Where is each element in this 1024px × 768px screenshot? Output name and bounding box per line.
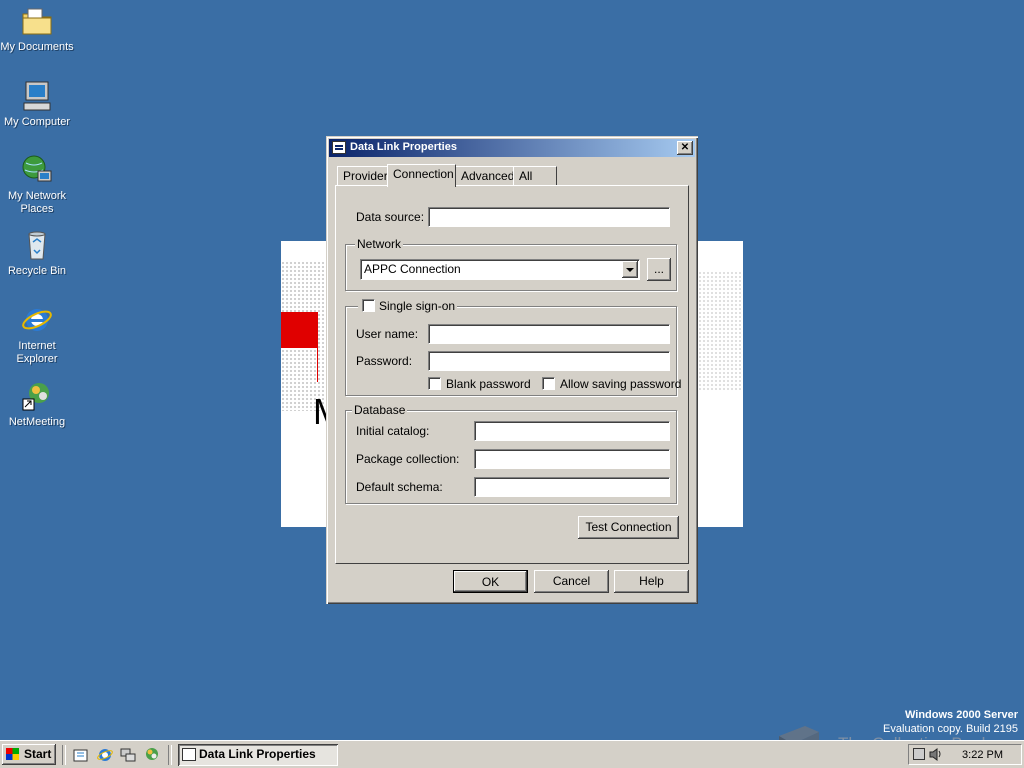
desktop-icon-recycle-bin[interactable]: Recycle Bin — [0, 228, 74, 278]
tray-network-icon[interactable] — [913, 748, 925, 760]
system-tray: 3:22 PM — [908, 744, 1022, 765]
data-source-input[interactable] — [428, 207, 670, 227]
desktop-icon-my-computer[interactable]: My Computer — [0, 79, 74, 129]
volume-icon[interactable] — [929, 748, 943, 764]
blank-password-label: Blank password — [446, 377, 531, 391]
netmeeting-icon — [20, 379, 54, 413]
initial-catalog-label: Initial catalog: — [356, 424, 430, 438]
desktop-icon-label: My Computer — [3, 116, 71, 128]
allow-saving-password-label: Allow saving password — [560, 377, 682, 391]
desktop-icon-internet-explorer[interactable]: Internet Explorer — [0, 303, 74, 366]
windows-version-watermark: Windows 2000 Server — [904, 709, 1018, 721]
default-schema-input[interactable] — [474, 477, 670, 497]
desktop-icon-label: My Network — [7, 190, 67, 202]
single-signon-checkbox[interactable] — [362, 299, 375, 312]
clock[interactable]: 3:22 PM — [962, 749, 1003, 761]
desktop-icon-my-documents[interactable]: My Documents — [0, 4, 74, 54]
desktop-icon-label: Internet — [18, 340, 56, 352]
computer-icon — [20, 79, 54, 113]
desktop-icon-label: NetMeeting — [8, 416, 66, 428]
cancel-button[interactable]: Cancel — [534, 570, 609, 593]
netmeeting-icon[interactable] — [143, 747, 159, 763]
taskbar-item-label: Data Link Properties — [199, 747, 316, 761]
tab-connection[interactable]: Connection — [387, 164, 456, 187]
test-connection-button[interactable]: Test Connection — [578, 516, 679, 539]
taskbar: Start Data Link Properties 3:22 PM — [0, 740, 1024, 768]
taskbar-item-data-link-properties[interactable]: Data Link Properties — [178, 744, 338, 766]
show-desktop-icon[interactable] — [73, 747, 89, 763]
tab-provider[interactable]: Provider — [337, 166, 388, 185]
start-label: Start — [24, 747, 52, 761]
close-button[interactable]: ✕ — [677, 141, 693, 155]
package-collection-input[interactable] — [474, 449, 670, 469]
folder-icon — [20, 4, 54, 38]
recycle-bin-icon — [20, 228, 54, 262]
tab-advanced[interactable]: Advanced — [455, 166, 514, 185]
user-name-label: User name: — [356, 327, 419, 341]
default-schema-label: Default schema: — [356, 480, 443, 494]
initial-catalog-input[interactable] — [474, 421, 670, 441]
ie-icon — [20, 303, 54, 337]
single-signon-label: Single sign-on — [379, 299, 456, 313]
desktop-icon-label: Explorer — [16, 353, 58, 365]
dot-pattern — [698, 271, 743, 391]
help-button[interactable]: Help — [614, 570, 689, 593]
windows-logo-icon — [6, 748, 19, 760]
ok-button[interactable]: OK — [453, 570, 528, 593]
start-button[interactable]: Start — [2, 744, 56, 765]
blank-password-checkbox[interactable] — [428, 377, 441, 390]
desktop-icon-label: Places — [20, 203, 54, 215]
red-line — [317, 312, 318, 382]
user-name-input[interactable] — [428, 324, 670, 344]
package-collection-label: Package collection: — [356, 452, 460, 466]
desktop-icon-my-network-places[interactable]: My Network Places — [0, 153, 74, 216]
allow-saving-password-checkbox[interactable] — [542, 377, 555, 390]
network-select[interactable]: APPC Connection — [360, 259, 640, 280]
network-icon — [20, 153, 54, 187]
chevron-down-icon[interactable] — [622, 261, 638, 278]
single-signon-header: Single sign-on — [358, 299, 457, 313]
network-connections-icon[interactable] — [120, 747, 136, 763]
data-link-icon — [332, 141, 346, 154]
dialog-title: Data Link Properties — [350, 141, 457, 153]
data-source-label: Data source: — [356, 210, 425, 224]
network-selected-value: APPC Connection — [364, 262, 461, 276]
desktop-icon-label: Recycle Bin — [7, 265, 67, 277]
network-group-label: Network — [355, 237, 404, 251]
desktop-icon-netmeeting[interactable]: NetMeeting — [0, 379, 74, 429]
ie-icon[interactable] — [97, 747, 113, 763]
password-input[interactable] — [428, 351, 670, 371]
data-link-icon — [182, 748, 196, 761]
red-square — [281, 312, 317, 348]
tab-all[interactable]: All — [513, 166, 557, 185]
database-group-label: Database — [352, 403, 408, 417]
dialog-titlebar[interactable]: Data Link Properties ✕ — [329, 139, 695, 157]
taskbar-separator — [62, 745, 66, 765]
desktop-icon-label: My Documents — [0, 41, 74, 53]
password-label: Password: — [356, 354, 413, 368]
network-browse-button[interactable]: ... — [647, 258, 671, 281]
taskbar-separator — [168, 745, 172, 765]
